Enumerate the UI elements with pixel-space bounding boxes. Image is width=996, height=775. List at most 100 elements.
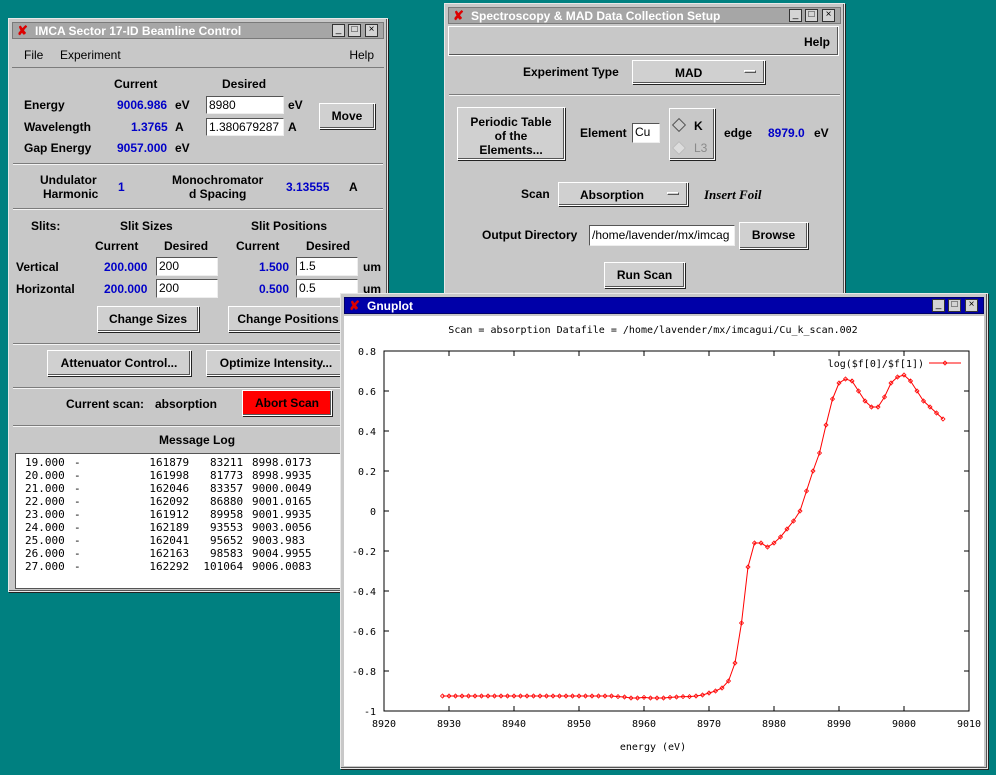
menubar: File Experiment Help <box>12 41 384 68</box>
gap-energy-current: 9057.000 <box>117 141 168 155</box>
experiment-type-dropdown[interactable]: MAD <box>632 60 765 84</box>
menu-experiment[interactable]: Experiment <box>60 48 121 62</box>
log-row: 25.000- 162041 95652 9003.983 <box>16 534 350 547</box>
log-cell: 86880 <box>210 495 244 508</box>
log-cell: 19.000 <box>25 456 65 469</box>
gnuplot-titlebar[interactable]: ✘ Gnuplot _ □ × <box>344 297 984 314</box>
y-tick-label: 0.6 <box>358 387 376 398</box>
energy-unit: eV <box>175 98 190 112</box>
log-cell: - <box>74 521 81 534</box>
log-cell: 24.000 <box>25 521 65 534</box>
maximize-icon[interactable]: □ <box>805 9 818 22</box>
mono-dspacing-value: 3.13555 <box>286 180 330 194</box>
log-cell: 20.000 <box>25 469 65 482</box>
window-title: Gnuplot <box>367 299 413 313</box>
log-cell: - <box>74 482 81 495</box>
menu-file[interactable]: File <box>24 48 43 62</box>
absorption-chart: Scan = absorption Datafile = /home/laven… <box>352 325 981 753</box>
legend-label: log($f[0]/$f[1]) <box>828 359 924 370</box>
vertical-size-desired-input[interactable]: 200 <box>156 257 218 276</box>
divider <box>13 387 383 389</box>
run-scan-button[interactable]: Run Scan <box>604 262 685 288</box>
move-button[interactable]: Move <box>319 103 375 129</box>
vertical-unit: um <box>363 260 381 274</box>
change-positions-button[interactable]: Change Positions <box>228 306 348 332</box>
menu-help[interactable]: Help <box>804 35 830 49</box>
experiment-type-value: MAD <box>675 66 703 80</box>
browse-button[interactable]: Browse <box>739 222 808 249</box>
dropdown-indicator-icon <box>744 70 756 73</box>
wavelength-desired-unit: A <box>288 120 297 134</box>
log-cell: 162163 <box>149 547 190 560</box>
log-row: 23.000- 161912 89958 9001.9935 <box>16 508 350 521</box>
x-tick-label: 9010 <box>957 719 981 730</box>
log-row: 27.000- 162292 101064 9006.0083 <box>16 560 350 573</box>
vertical-pos-desired-input[interactable]: 1.5 <box>296 257 358 276</box>
energy-desired-unit: eV <box>288 98 303 112</box>
x-tick-label: 8980 <box>762 719 786 730</box>
log-cell: 9000.0049 <box>252 482 312 495</box>
close-icon[interactable]: × <box>822 9 835 22</box>
log-row: 24.000- 162189 93553 9003.0056 <box>16 521 350 534</box>
y-tick-label: 0.4 <box>358 427 376 438</box>
vertical-label: Vertical <box>16 260 59 274</box>
log-cell: 8998.9935 <box>252 469 312 482</box>
gap-energy-unit: eV <box>175 141 190 155</box>
message-log[interactable]: 19.000-161879 83211 8998.0173 20.000-161998… <box>15 453 351 589</box>
periodic-table-button[interactable]: Periodic Table of the Elements... <box>457 107 565 160</box>
log-cell: 8998.0173 <box>252 456 312 469</box>
log-cell: - <box>74 456 81 469</box>
log-cell: 162189 <box>149 521 190 534</box>
y-tick-label: -0.2 <box>352 547 376 558</box>
chart-title: Scan = absorption Datafile = /home/laven… <box>448 325 857 336</box>
x-tick-label: 8930 <box>437 719 461 730</box>
log-row: 20.000- 161998 81773 8998.9935 <box>16 469 350 482</box>
horizontal-pos-current: 0.500 <box>259 282 290 296</box>
close-icon[interactable]: × <box>965 299 978 312</box>
abort-scan-button[interactable]: Abort Scan <box>242 390 332 416</box>
edge-value: 8979.0 <box>768 126 805 140</box>
window-title: Spectroscopy & MAD Data Collection Setup <box>471 9 721 23</box>
energy-desired-header: Desired <box>222 77 267 91</box>
energy-desired-input[interactable]: 8980 <box>206 96 284 114</box>
log-cell: 9004.9955 <box>252 547 312 560</box>
horizontal-size-desired-input[interactable]: 200 <box>156 279 218 298</box>
message-log-title: Message Log <box>159 433 236 447</box>
gap-energy-label: Gap Energy <box>24 141 92 155</box>
element-input[interactable]: Cu <box>632 123 660 143</box>
slit-pos-desired-header: Desired <box>306 239 351 253</box>
vertical-pos-current: 1.500 <box>259 260 290 274</box>
close-icon[interactable]: × <box>365 24 378 37</box>
wavelength-current: 1.3765 <box>131 120 168 134</box>
plot-frame <box>383 350 970 712</box>
beamline-titlebar[interactable]: ✘ IMCA Sector 17-ID Beamline Control _ □… <box>12 22 384 39</box>
attenuator-control-button[interactable]: Attenuator Control... <box>47 350 191 376</box>
edge-label: edge <box>724 126 753 140</box>
output-directory-input[interactable]: /home/lavender/mx/imcag <box>589 225 735 246</box>
scan-type-dropdown[interactable]: Absorption <box>558 182 688 206</box>
optimize-intensity-button[interactable]: Optimize Intensity... <box>206 350 346 376</box>
dropdown-indicator-icon <box>667 192 679 195</box>
change-sizes-button[interactable]: Change Sizes <box>97 306 199 332</box>
log-cell: 9001.0165 <box>252 495 312 508</box>
edge-k-radio-icon[interactable] <box>671 117 687 133</box>
menu-help[interactable]: Help <box>349 48 374 62</box>
minimize-icon[interactable]: _ <box>789 9 802 22</box>
maximize-icon[interactable]: □ <box>348 24 361 37</box>
log-cell: 26.000 <box>25 547 65 560</box>
minimize-icon[interactable]: _ <box>932 299 945 312</box>
log-cell: 89958 <box>210 508 244 521</box>
mad-titlebar[interactable]: ✘ Spectroscopy & MAD Data Collection Set… <box>448 7 841 24</box>
scan-label: Scan <box>521 187 550 201</box>
wavelength-desired-input[interactable]: 1.380679287 <box>206 118 284 136</box>
log-cell: 101064 <box>203 560 244 573</box>
log-cell: 162092 <box>149 495 190 508</box>
divider <box>13 425 383 427</box>
minimize-icon[interactable]: _ <box>332 24 345 37</box>
edge-l3-radio-icon[interactable] <box>671 140 687 156</box>
log-cell: 9001.9935 <box>252 508 312 521</box>
gnuplot-window: ✘ Gnuplot _ □ × Scan = absorption Datafi… <box>340 293 988 769</box>
maximize-icon[interactable]: □ <box>948 299 961 312</box>
series-line <box>442 374 944 699</box>
log-cell: 21.000 <box>25 482 65 495</box>
